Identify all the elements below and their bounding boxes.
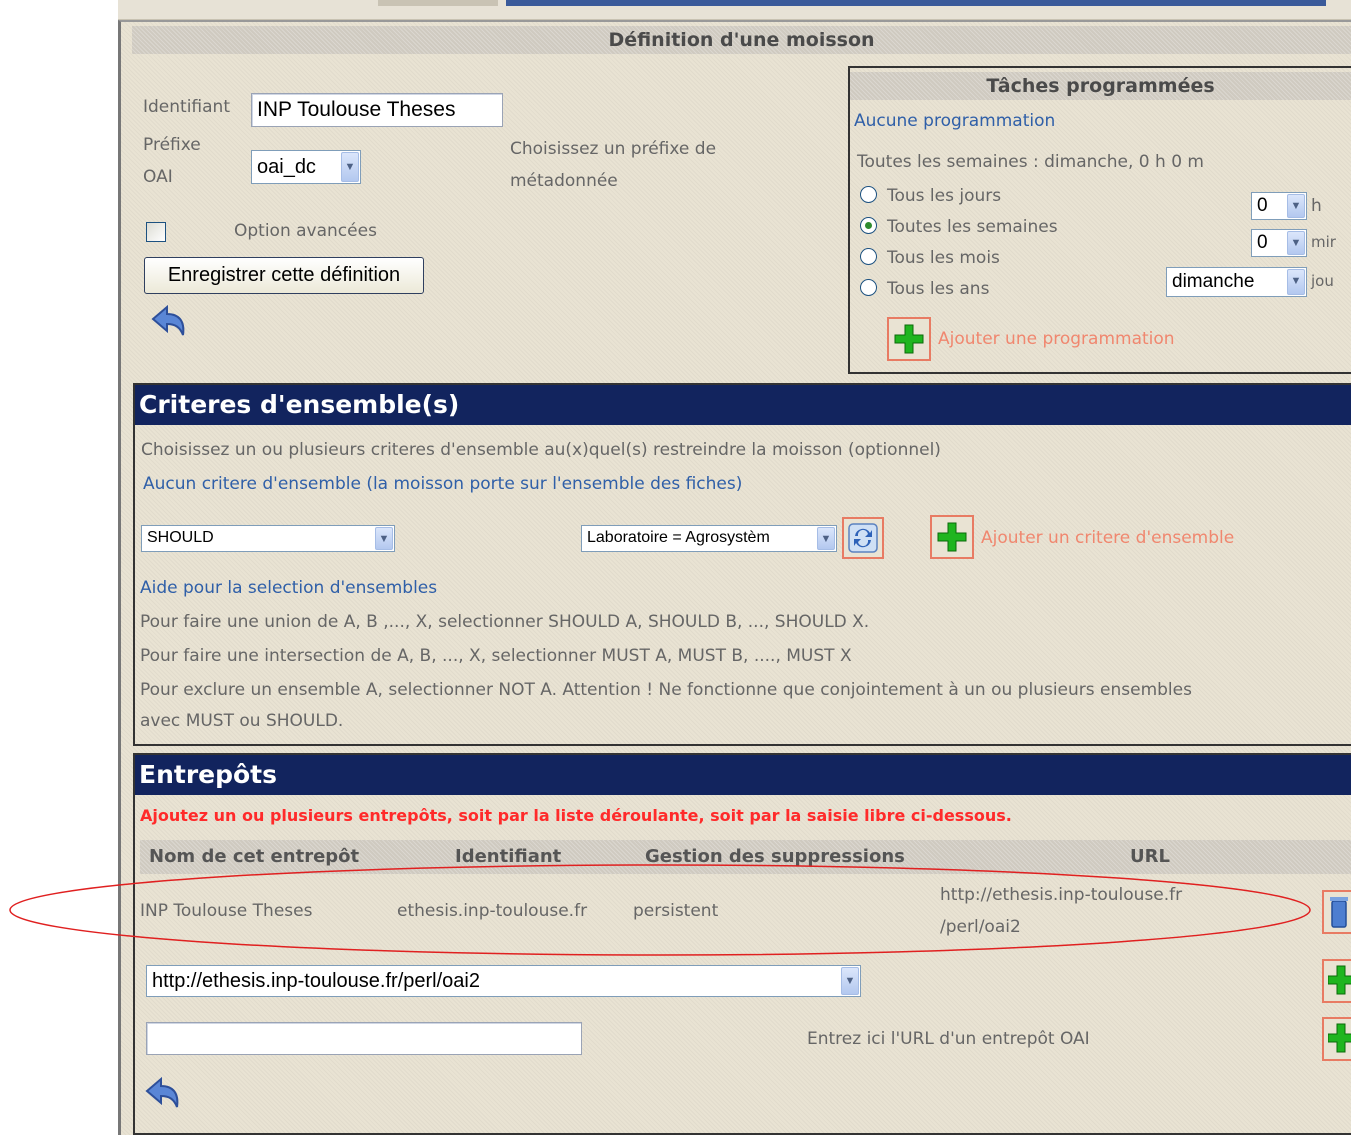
refresh-sets-button[interactable] (842, 517, 884, 559)
chevron-down-icon: ▼ (1287, 231, 1305, 255)
set-select-value: Laboratoire = Agrosystèm (587, 529, 770, 546)
no-schedule-link[interactable]: Aucune programmation (854, 111, 1055, 131)
add-criteria-button[interactable] (930, 515, 974, 559)
add-schedule-link[interactable]: Ajouter une programmation (938, 329, 1175, 349)
top-window-edge (118, 0, 1351, 20)
day-select-value: dimanche (1172, 271, 1255, 292)
radio-weekly[interactable] (860, 217, 877, 234)
advanced-options-label: Option avancées (234, 221, 377, 241)
repository-select[interactable]: http://ethesis.inp-toulouse.fr/perl/oai2… (146, 965, 861, 997)
set-select[interactable]: Laboratoire = Agrosystèm ▼ (581, 525, 837, 552)
repository-select-value: http://ethesis.inp-toulouse.fr/perl/oai2 (152, 970, 480, 992)
radio-monthly-label: Tous les mois (887, 248, 1000, 268)
add-repository-from-list-button[interactable] (1322, 959, 1351, 1003)
trash-icon (1330, 897, 1348, 928)
plus-icon (894, 324, 924, 354)
no-criteria-link[interactable]: Aucun critere d'ensemble (la moisson por… (143, 474, 742, 494)
prefix-label: Préfixe (143, 135, 201, 155)
chevron-down-icon: ▼ (375, 527, 393, 550)
save-definition-button[interactable]: Enregistrer cette définition (144, 257, 424, 294)
minute-suffix: mir (1311, 233, 1336, 251)
radio-daily-label: Tous les jours (887, 186, 1002, 206)
highlight-oval (9, 864, 1311, 956)
radio-yearly-label: Tous les ans (887, 279, 990, 299)
radio-weekly-label: Toutes les semaines (887, 217, 1058, 237)
prefix-select[interactable]: oai_dc ▼ (251, 150, 361, 184)
identifier-input[interactable]: INP Toulouse Theses (251, 93, 503, 127)
identifier-label: Identifiant (143, 97, 230, 117)
prefix-label-oai: OAI (143, 167, 173, 187)
radio-monthly[interactable] (860, 248, 877, 265)
tab-edge-active (506, 0, 1326, 6)
operator-select[interactable]: SHOULD ▼ (141, 525, 395, 552)
hour-suffix: h (1311, 196, 1322, 216)
hour-select-value: 0 (1257, 195, 1268, 216)
prefix-help-text-2: métadonnée (510, 171, 618, 191)
scheduled-tasks-title: Tâches programmées (850, 72, 1351, 100)
chevron-down-icon: ▼ (817, 527, 835, 550)
plus-icon (937, 522, 967, 552)
minute-select-value: 0 (1257, 232, 1268, 253)
schedule-summary: Toutes les semaines : dimanche, 0 h 0 m (857, 152, 1204, 172)
chevron-down-icon: ▼ (1287, 194, 1305, 218)
minute-select[interactable]: 0 ▼ (1251, 229, 1307, 257)
chevron-down-icon: ▼ (341, 152, 359, 182)
repository-url-input[interactable] (146, 1022, 582, 1055)
plus-icon (1328, 965, 1351, 995)
back-arrow-icon[interactable] (145, 303, 189, 343)
day-suffix: jou (1311, 272, 1334, 290)
operator-select-value: SHOULD (147, 529, 214, 546)
help-line-intersection: Pour faire une intersection de A, B, ...… (140, 646, 852, 666)
repositories-header: Entrepôts (135, 755, 1351, 795)
radio-daily[interactable] (860, 186, 877, 203)
help-line-union: Pour faire une union de A, B ,..., X, se… (140, 612, 870, 632)
back-arrow-icon[interactable] (139, 1075, 183, 1115)
add-repository-url-button[interactable] (1322, 1017, 1351, 1061)
page-title: Définition d'une moisson (132, 26, 1351, 54)
plus-icon (1328, 1023, 1351, 1053)
criteria-header: Criteres d'ensemble(s) (135, 385, 1351, 425)
add-schedule-button[interactable] (887, 317, 931, 361)
hour-select[interactable]: 0 ▼ (1251, 192, 1307, 220)
chevron-down-icon: ▼ (841, 967, 859, 995)
help-line-exclude-2: avec MUST ou SHOULD. (140, 711, 344, 731)
add-criteria-link[interactable]: Ajouter un critere d'ensemble (981, 528, 1234, 548)
advanced-options-checkbox[interactable] (146, 222, 166, 242)
set-selection-help-link[interactable]: Aide pour la selection d'ensembles (140, 578, 437, 598)
day-select[interactable]: dimanche ▼ (1166, 267, 1307, 297)
help-line-exclude: Pour exclure un ensemble A, selectionner… (140, 680, 1192, 700)
criteria-instruction: Choisissez un ou plusieurs criteres d'en… (141, 440, 941, 460)
repository-url-help: Entrez ici l'URL d'un entrepôt OAI (807, 1029, 1090, 1049)
prefix-help-text: Choisissez un préfixe de (510, 139, 717, 159)
delete-repository-button[interactable] (1322, 890, 1351, 934)
radio-yearly[interactable] (860, 279, 877, 296)
repositories-instruction: Ajoutez un ou plusieurs entrepôts, soit … (140, 806, 1012, 825)
tab-edge (378, 0, 498, 6)
chevron-down-icon: ▼ (1287, 269, 1305, 295)
prefix-select-value: oai_dc (257, 156, 316, 178)
refresh-icon (848, 523, 878, 553)
